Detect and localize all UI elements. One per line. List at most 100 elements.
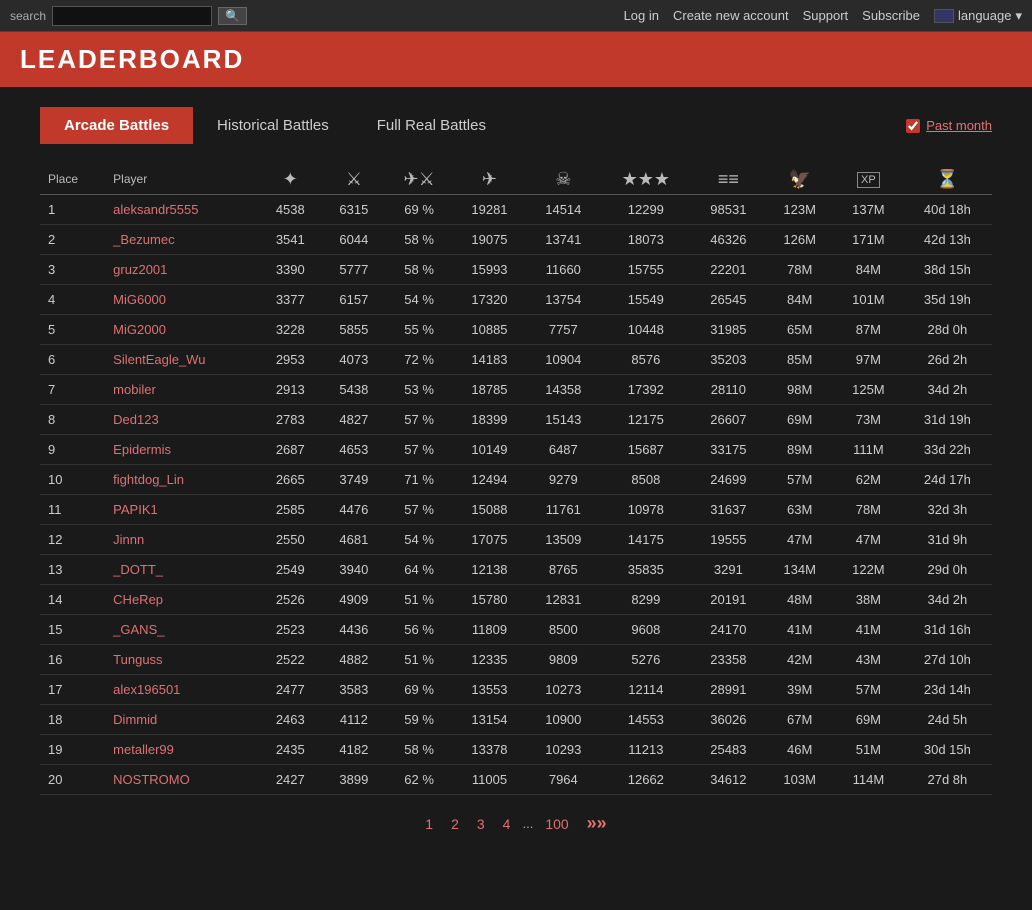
xp-cell: 41M: [834, 615, 903, 645]
tab-historical-battles[interactable]: Historical Battles: [193, 107, 353, 144]
page-1-link[interactable]: 1: [419, 814, 439, 834]
player-cell[interactable]: _GANS_: [105, 615, 258, 645]
battles-cell: 4882: [322, 645, 386, 675]
ground-kills-cell: 15755: [600, 255, 691, 285]
air-kills-cell: 19281: [453, 195, 527, 225]
xp-cell: 62M: [834, 465, 903, 495]
score-cell: 2435: [258, 735, 322, 765]
eagle-cell: 57M: [765, 465, 834, 495]
table-row: 10 fightdog_Lin 2665 3749 71 % 12494 927…: [40, 465, 992, 495]
table-row: 14 CHeRep 2526 4909 51 % 15780 12831 829…: [40, 585, 992, 615]
battles-cell: 4681: [322, 525, 386, 555]
place-cell: 12: [40, 525, 105, 555]
time-cell: 23d 14h: [903, 675, 992, 705]
table-row: 20 NOSTROMO 2427 3899 62 % 11005 7964 12…: [40, 765, 992, 795]
page-header: LEADERBOARD: [0, 32, 1032, 87]
subscribe-link[interactable]: Subscribe: [862, 8, 920, 23]
assists-cell: 28110: [691, 375, 765, 405]
score-cell: 2463: [258, 705, 322, 735]
ground-kills-cell: 15687: [600, 435, 691, 465]
air-kills-cell: 10149: [453, 435, 527, 465]
player-cell[interactable]: _DOTT_: [105, 555, 258, 585]
create-account-link[interactable]: Create new account: [673, 8, 789, 23]
player-cell[interactable]: gruz2001: [105, 255, 258, 285]
page-last-link[interactable]: 100: [539, 814, 574, 834]
leaderboard-table-wrapper: Place Player ✦ ⚔ ✈⚔ ✈ ☠ ★★★ ≡≡ 🦅 XP ⏳ 1 …: [40, 164, 992, 795]
player-cell[interactable]: NOSTROMO: [105, 765, 258, 795]
player-cell[interactable]: _Bezumec: [105, 225, 258, 255]
past-month-label[interactable]: Past month: [926, 118, 992, 133]
player-cell[interactable]: fightdog_Lin: [105, 465, 258, 495]
winrate-cell: 64 %: [386, 555, 453, 585]
page-3-link[interactable]: 3: [471, 814, 491, 834]
fast-forward-button[interactable]: »»: [581, 811, 613, 836]
air-kills-cell: 15088: [453, 495, 527, 525]
xp-cell: 38M: [834, 585, 903, 615]
assists-cell: 35203: [691, 345, 765, 375]
score-cell: 3390: [258, 255, 322, 285]
deaths-cell: 15143: [526, 405, 600, 435]
assists-cell: 26545: [691, 285, 765, 315]
page-4-link[interactable]: 4: [497, 814, 517, 834]
ground-kills-cell: 11213: [600, 735, 691, 765]
search-button[interactable]: 🔍: [218, 7, 247, 25]
flag-icon: [934, 9, 954, 23]
ground-kills-cell: 14175: [600, 525, 691, 555]
eagle-cell: 126M: [765, 225, 834, 255]
player-cell[interactable]: CHeRep: [105, 585, 258, 615]
player-cell[interactable]: Dimmid: [105, 705, 258, 735]
battles-cell: 4112: [322, 705, 386, 735]
battles-cell: 4073: [322, 345, 386, 375]
place-cell: 14: [40, 585, 105, 615]
place-cell: 3: [40, 255, 105, 285]
page-2-link[interactable]: 2: [445, 814, 465, 834]
player-cell[interactable]: aleksandr5555: [105, 195, 258, 225]
score-cell: 2687: [258, 435, 322, 465]
language-selector[interactable]: language ▾: [934, 8, 1022, 24]
player-cell[interactable]: Jinnn: [105, 525, 258, 555]
past-month-checkbox[interactable]: [906, 119, 920, 133]
deaths-cell: 11761: [526, 495, 600, 525]
player-cell[interactable]: Tunguss: [105, 645, 258, 675]
table-row: 7 mobiler 2913 5438 53 % 18785 14358 173…: [40, 375, 992, 405]
deaths-cell: 10900: [526, 705, 600, 735]
login-link[interactable]: Log in: [624, 8, 659, 23]
eagle-cell: 69M: [765, 405, 834, 435]
winrate-cell: 54 %: [386, 525, 453, 555]
leaderboard-table: Place Player ✦ ⚔ ✈⚔ ✈ ☠ ★★★ ≡≡ 🦅 XP ⏳ 1 …: [40, 164, 992, 795]
player-cell[interactable]: Ded123: [105, 405, 258, 435]
search-label: search: [10, 9, 46, 23]
eagle-cell: 65M: [765, 315, 834, 345]
score-cell: 2913: [258, 375, 322, 405]
player-cell[interactable]: MiG6000: [105, 285, 258, 315]
winrate-cell: 57 %: [386, 435, 453, 465]
tab-arcade-battles[interactable]: Arcade Battles: [40, 107, 193, 144]
player-cell[interactable]: MiG2000: [105, 315, 258, 345]
air-kills-cell: 15780: [453, 585, 527, 615]
eagle-cell: 134M: [765, 555, 834, 585]
player-cell[interactable]: PAPIK1: [105, 495, 258, 525]
winrate-cell: 56 %: [386, 615, 453, 645]
ground-kills-cell: 12114: [600, 675, 691, 705]
deaths-cell: 10273: [526, 675, 600, 705]
air-kills-cell: 18399: [453, 405, 527, 435]
player-cell[interactable]: mobiler: [105, 375, 258, 405]
place-cell: 17: [40, 675, 105, 705]
tab-full-real-battles[interactable]: Full Real Battles: [353, 107, 510, 144]
player-cell[interactable]: metaller99: [105, 735, 258, 765]
winrate-cell: 69 %: [386, 195, 453, 225]
nav-links: Log in Create new account Support Subscr…: [624, 8, 1022, 24]
player-cell[interactable]: Epidermis: [105, 435, 258, 465]
table-row: 15 _GANS_ 2523 4436 56 % 11809 8500 9608…: [40, 615, 992, 645]
search-input[interactable]: [52, 6, 212, 26]
player-cell[interactable]: SilentEagle_Wu: [105, 345, 258, 375]
battles-cell: 6315: [322, 195, 386, 225]
support-link[interactable]: Support: [803, 8, 849, 23]
tab-bar: Arcade Battles Historical Battles Full R…: [40, 107, 992, 144]
time-cell: 35d 19h: [903, 285, 992, 315]
player-cell[interactable]: alex196501: [105, 675, 258, 705]
score-cell: 4538: [258, 195, 322, 225]
assists-cell: 28991: [691, 675, 765, 705]
assists-cell: 3291: [691, 555, 765, 585]
eagle-cell: 63M: [765, 495, 834, 525]
